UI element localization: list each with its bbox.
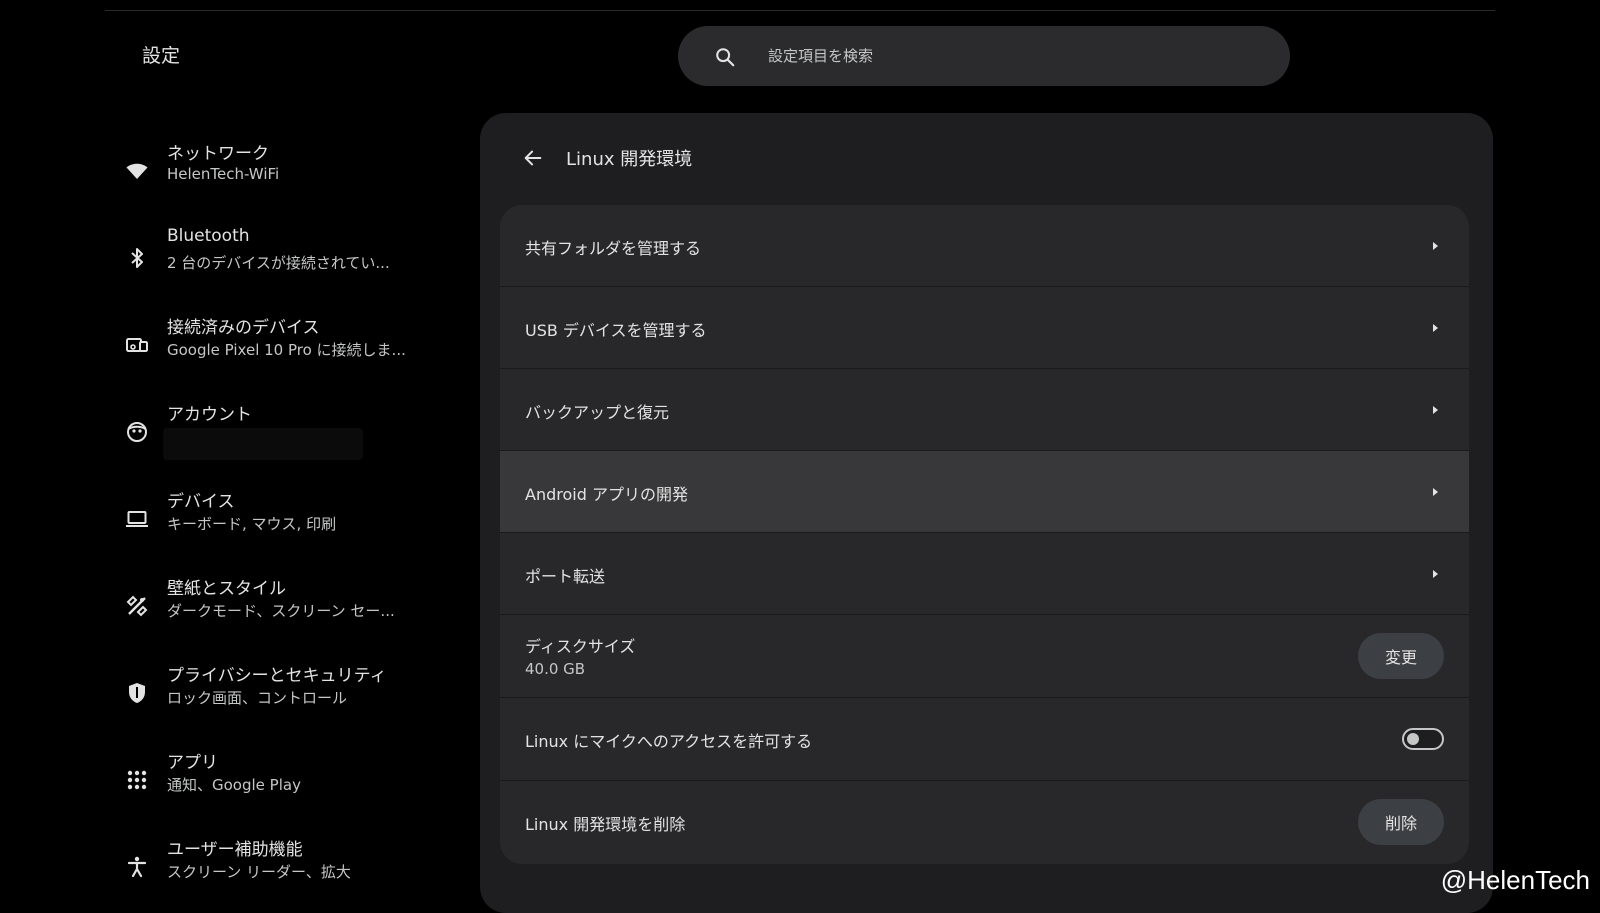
row-label: バックアップと復元 [525, 399, 669, 423]
back-arrow-icon[interactable] [522, 147, 544, 169]
sidebar-item-label: 壁紙とスタイル [167, 574, 286, 599]
sidebar-item-apps[interactable]: アプリ 通知、Google Play [105, 738, 485, 825]
remove-linux-button[interactable]: 削除 [1358, 799, 1444, 845]
sidebar-item-device[interactable]: デバイス キーボード, マウス, 印刷 [105, 477, 485, 564]
sidebar-item-label: Bluetooth [167, 226, 250, 246]
row-shared-folders[interactable]: 共有フォルダを管理する [500, 205, 1469, 287]
row-label: 共有フォルダを管理する [525, 235, 701, 259]
sidebar-item-label: デバイス [167, 487, 235, 512]
panel-header: Linux 開発環境 [522, 145, 692, 171]
toggle-knob [1407, 733, 1419, 745]
account-icon [125, 420, 149, 444]
watermark: @HelenTech [1441, 865, 1590, 896]
chevron-right-icon [1429, 404, 1441, 416]
sidebar-item-label: プライバシーとセキュリティ [167, 661, 387, 686]
sidebar-item-wallpaper[interactable]: 壁紙とスタイル ダークモード、スクリーン セー... [105, 564, 485, 651]
settings-window: 設定 設定項目を検索 ネットワーク HelenTech-WiFi Bluetoo… [105, 10, 1495, 900]
sidebar-item-sublabel: ダークモード、スクリーン セー... [167, 600, 395, 621]
chevron-right-icon [1429, 486, 1441, 498]
sidebar-item-sublabel: 2 台のデバイスが接続されてい... [167, 252, 390, 273]
settings-list: 共有フォルダを管理する USB デバイスを管理する バックアップと復元 Andr… [500, 205, 1469, 864]
chevron-right-icon [1429, 568, 1441, 580]
row-label: ディスクサイズ [525, 633, 635, 657]
sidebar-item-bluetooth[interactable]: Bluetooth 2 台のデバイスが接続されてい... [105, 216, 485, 303]
mic-access-toggle[interactable] [1402, 728, 1444, 750]
bluetooth-icon [125, 246, 149, 270]
sidebar-item-connected-devices[interactable]: 接続済みのデバイス Google Pixel 10 Pro に接続しま... [105, 303, 485, 390]
wifi-icon [125, 159, 149, 183]
sidebar-item-accessibility[interactable]: ユーザー補助機能 スクリーン リーダー、拡大 [105, 825, 485, 912]
page-title: Linux 開発環境 [566, 145, 692, 171]
app-title: 設定 [142, 41, 180, 68]
chevron-right-icon [1429, 240, 1441, 252]
sidebar-item-account[interactable]: アカウント [105, 390, 485, 477]
linux-settings-panel: Linux 開発環境 共有フォルダを管理する USB デバイスを管理する バック… [480, 113, 1493, 913]
search-placeholder: 設定項目を検索 [768, 45, 873, 66]
search-box[interactable]: 設定項目を検索 [678, 26, 1290, 86]
sidebar-item-sublabel: スクリーン リーダー、拡大 [167, 861, 351, 882]
sidebar-item-label: アカウント [167, 400, 252, 425]
palette-icon [125, 594, 149, 618]
apps-grid-icon [125, 768, 149, 792]
row-port-forwarding[interactable]: ポート転送 [500, 533, 1469, 615]
sidebar-item-label: 接続済みのデバイス [167, 313, 320, 338]
sidebar-item-label: アプリ [167, 748, 218, 773]
sidebar-item-network[interactable]: ネットワーク HelenTech-WiFi [105, 129, 485, 216]
row-android-dev[interactable]: Android アプリの開発 [500, 451, 1469, 533]
chevron-right-icon [1429, 322, 1441, 334]
row-label: Linux 開発環境を削除 [525, 811, 685, 835]
sidebar-item-sublabel: Google Pixel 10 Pro に接続しま... [167, 339, 406, 360]
row-label: Linux にマイクへのアクセスを許可する [525, 728, 812, 752]
row-label: ポート転送 [525, 563, 605, 587]
row-usb-devices[interactable]: USB デバイスを管理する [500, 287, 1469, 369]
shield-icon [125, 681, 149, 705]
row-label: USB デバイスを管理する [525, 317, 706, 341]
row-remove-linux: Linux 開発環境を削除 削除 [500, 781, 1469, 864]
row-mic-access[interactable]: Linux にマイクへのアクセスを許可する [500, 698, 1469, 781]
connected-devices-icon [125, 333, 149, 357]
sidebar-item-privacy[interactable]: プライバシーとセキュリティ ロック画面、コントロール [105, 651, 485, 738]
change-disk-size-button[interactable]: 変更 [1358, 633, 1444, 679]
disk-size-value: 40.0 GB [525, 660, 585, 678]
sidebar-item-label: ネットワーク [167, 139, 269, 164]
sidebar-item-sublabel: 通知、Google Play [167, 774, 301, 795]
sidebar-item-sublabel: HelenTech-WiFi [167, 165, 279, 183]
laptop-icon [125, 507, 149, 531]
sidebar-item-sublabel: ロック画面、コントロール [167, 687, 347, 708]
row-disk-size: ディスクサイズ 40.0 GB 変更 [500, 615, 1469, 698]
sidebar: ネットワーク HelenTech-WiFi Bluetooth 2 台のデバイス… [105, 129, 485, 912]
search-icon [714, 46, 736, 68]
accessibility-icon [125, 855, 149, 879]
row-label: Android アプリの開発 [525, 481, 688, 505]
row-backup-restore[interactable]: バックアップと復元 [500, 369, 1469, 451]
sidebar-item-sublabel: キーボード, マウス, 印刷 [167, 513, 336, 534]
sidebar-item-label: ユーザー補助機能 [167, 835, 303, 860]
redacted-account-email [163, 428, 363, 460]
